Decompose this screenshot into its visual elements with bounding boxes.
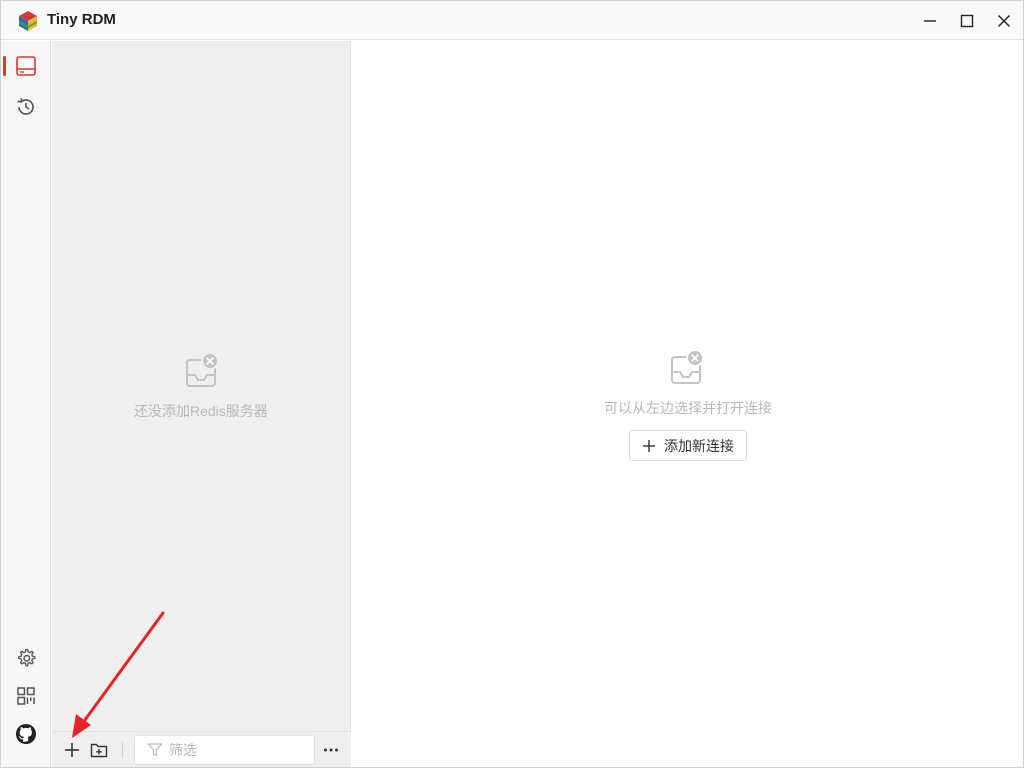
apps-icon (17, 687, 35, 705)
filter-input[interactable] (169, 742, 309, 758)
more-icon (324, 748, 338, 752)
maximize-button[interactable] (948, 1, 986, 40)
add-connection-label: 添加新连接 (664, 437, 734, 454)
close-button[interactable] (985, 1, 1023, 40)
minimize-icon (924, 19, 936, 22)
empty-inbox-icon (671, 349, 704, 384)
main-panel: 可以从左边选择并打开连接 添加新连接 (352, 41, 1023, 767)
sidebar-footer (52, 731, 351, 767)
ribbon-item-history[interactable] (1, 89, 51, 125)
ribbon-item-servers[interactable] (1, 48, 51, 84)
folder-add-icon (90, 743, 108, 758)
github-icon (16, 724, 36, 744)
minimize-button[interactable] (911, 1, 949, 40)
add-connection-button[interactable]: 添加新连接 (629, 430, 747, 461)
new-group-button[interactable] (87, 739, 111, 761)
app-window: Tiny RDM 还没添加Redis服务器 筛选 可以从左边选择并打开连接 添加… (0, 0, 1024, 768)
gear-icon (18, 648, 36, 667)
empty-inbox-icon (186, 352, 219, 387)
main-empty-message: 可以从左边选择并打开连接 (604, 400, 772, 416)
plus-icon (65, 743, 79, 757)
nav-ribbon (1, 41, 51, 767)
plus-icon (643, 439, 655, 452)
footer-divider (122, 742, 123, 758)
filter-icon (147, 743, 163, 757)
app-logo-icon (19, 11, 37, 31)
filter-field[interactable] (134, 735, 315, 765)
maximize-icon (960, 14, 974, 27)
server-icon (16, 56, 36, 76)
ribbon-item-apps[interactable] (1, 678, 51, 714)
title-bar: Tiny RDM (1, 1, 1023, 40)
close-icon (998, 14, 1010, 27)
connection-sidebar: 还没添加Redis服务器 (52, 41, 351, 767)
more-options-button[interactable] (319, 739, 343, 761)
ribbon-item-github[interactable] (1, 716, 51, 752)
sidebar-empty-message: 还没添加Redis服务器 (134, 403, 268, 419)
ribbon-item-settings[interactable] (1, 640, 51, 676)
history-icon (17, 98, 34, 115)
new-connection-button[interactable] (60, 739, 84, 761)
app-title: Tiny RDM (47, 11, 116, 28)
